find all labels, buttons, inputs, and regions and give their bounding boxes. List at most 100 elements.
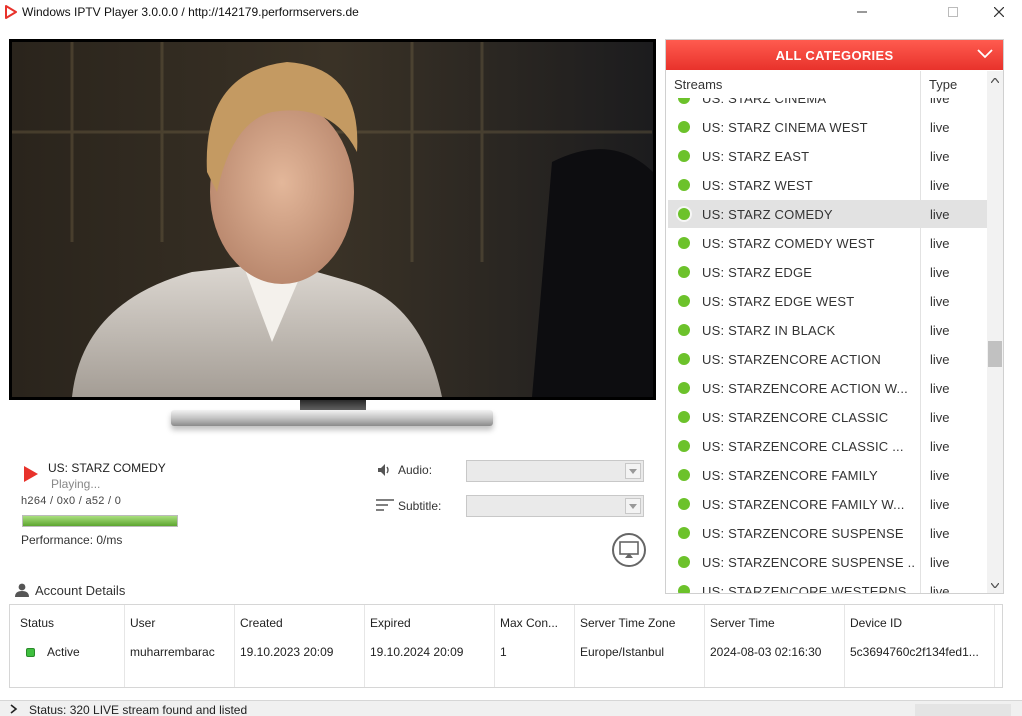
account-value: muharrembarac	[130, 645, 215, 659]
stream-name: US: STARZENCORE SUSPENSE ...	[702, 555, 916, 570]
subtitle-select-dropdown[interactable]	[625, 498, 641, 514]
chevron-right-icon[interactable]	[10, 704, 18, 714]
category-dropdown[interactable]: ALL CATEGORIES	[666, 40, 1003, 70]
stream-row[interactable]: US: STARZENCORE CLASSIC live	[668, 403, 987, 431]
stream-type: live	[930, 439, 950, 454]
stream-row[interactable]: US: STARZENCORE ACTION live	[668, 345, 987, 373]
minimize-button[interactable]	[839, 0, 885, 24]
buffer-progress-bar	[22, 515, 178, 527]
live-status-icon	[678, 266, 690, 278]
scrollbar-thumb[interactable]	[988, 341, 1002, 367]
chevron-down-icon	[629, 503, 637, 509]
status-indicator-icon	[26, 648, 35, 657]
title-bar: Windows IPTV Player 3.0.0.0 / http://142…	[0, 0, 1022, 24]
live-status-icon	[678, 237, 690, 249]
account-column-header[interactable]: User	[130, 616, 155, 630]
live-status-icon	[678, 121, 690, 133]
subtitle-icon	[376, 499, 394, 511]
stream-type: live	[930, 207, 950, 222]
stream-row[interactable]: US: STARZ CINEMA WEST live	[668, 113, 987, 141]
stream-row[interactable]: US: STARZENCORE SUSPENSE live	[668, 519, 987, 547]
status-bar-grip	[915, 704, 1011, 716]
status-bar: Status: 320 LIVE stream found and listed	[0, 700, 1022, 716]
column-divider	[844, 605, 845, 687]
stream-list-scrollbar[interactable]	[987, 71, 1003, 593]
close-button[interactable]	[976, 0, 1022, 24]
account-column-header[interactable]: Status	[20, 616, 54, 630]
audio-select-dropdown[interactable]	[625, 463, 641, 479]
stream-type: live	[930, 294, 950, 309]
scroll-up-button[interactable]	[990, 75, 1000, 85]
video-player[interactable]	[9, 39, 656, 400]
user-icon	[15, 583, 29, 597]
status-text: Status: 320 LIVE stream found and listed	[29, 703, 248, 716]
account-column-header[interactable]: Server Time Zone	[580, 616, 675, 630]
column-divider	[364, 605, 365, 687]
account-column-header[interactable]: Expired	[370, 616, 411, 630]
stream-row[interactable]: US: STARZENCORE CLASSIC ... live	[668, 432, 987, 460]
scroll-down-button[interactable]	[990, 580, 1000, 590]
subtitle-select[interactable]	[466, 495, 644, 517]
stream-type: live	[930, 555, 950, 570]
column-divider	[234, 605, 235, 687]
account-value: Active	[47, 645, 80, 659]
account-column-header[interactable]: Server Time	[710, 616, 775, 630]
stream-row[interactable]: US: STARZ COMEDY WEST live	[668, 229, 987, 257]
stream-name: US: STARZ EAST	[702, 149, 810, 164]
account-value: 5c3694760c2f134fed1...	[850, 645, 979, 659]
app-logo-icon	[5, 5, 17, 19]
chevron-down-icon	[977, 49, 993, 59]
stream-type: live	[930, 120, 950, 135]
account-column-header[interactable]: Created	[240, 616, 283, 630]
account-column-header[interactable]: Device ID	[850, 616, 902, 630]
stream-name: US: STARZENCORE ACTION W...	[702, 381, 908, 396]
stream-row[interactable]: US: STARZ EAST live	[668, 142, 987, 170]
speaker-icon	[378, 464, 389, 476]
chevron-down-icon	[629, 468, 637, 474]
live-status-icon	[678, 353, 690, 365]
chevron-up-icon	[991, 77, 999, 83]
stream-row[interactable]: US: STARZ EDGE WEST live	[668, 287, 987, 315]
stream-row[interactable]: US: STARZ CINEMA live	[668, 98, 987, 112]
stream-type: live	[930, 352, 950, 367]
cast-button[interactable]	[612, 533, 646, 567]
stream-type: live	[930, 410, 950, 425]
stream-type: live	[930, 149, 950, 164]
stream-row[interactable]: US: STARZENCORE FAMILY W... live	[668, 490, 987, 518]
stream-row[interactable]: US: STARZ WEST live	[668, 171, 987, 199]
now-playing-title: US: STARZ COMEDY	[48, 461, 166, 475]
stream-name: US: STARZENCORE SUSPENSE	[702, 526, 904, 541]
stream-type: live	[930, 265, 950, 280]
stream-row[interactable]: US: STARZENCORE ACTION W... live	[668, 374, 987, 402]
stream-row[interactable]: US: STARZ IN BLACK live	[668, 316, 987, 344]
stream-row[interactable]: US: STARZENCORE SUSPENSE ... live	[668, 548, 987, 576]
stream-type: live	[930, 526, 950, 541]
chevron-down-icon	[991, 582, 999, 588]
account-column-header[interactable]: Max Con...	[500, 616, 558, 630]
stream-name: US: STARZ EDGE	[702, 265, 813, 280]
stream-row[interactable]: US: STARZ EDGE live	[668, 258, 987, 286]
stream-row[interactable]: US: STARZENCORE WESTERNS live	[668, 577, 987, 593]
subtitle-label: Subtitle:	[398, 499, 442, 513]
stream-row[interactable]: US: STARZENCORE FAMILY live	[668, 461, 987, 489]
buffer-progress-fill	[23, 516, 177, 526]
column-header-type[interactable]: Type	[929, 77, 957, 92]
play-icon[interactable]	[23, 465, 39, 483]
live-status-icon	[678, 208, 690, 220]
account-value: 1	[500, 645, 507, 659]
minimize-icon	[857, 11, 867, 13]
audio-select[interactable]	[466, 460, 644, 482]
cast-icon	[619, 541, 639, 558]
stream-name: US: STARZENCORE ACTION	[702, 352, 881, 367]
live-status-icon	[678, 469, 690, 481]
video-frame	[12, 42, 653, 397]
stream-row[interactable]: US: STARZ COMEDY live	[668, 200, 987, 228]
stream-name: US: STARZENCORE CLASSIC	[702, 410, 889, 425]
live-status-icon	[678, 150, 690, 162]
column-header-streams[interactable]: Streams	[674, 77, 722, 92]
live-status-icon	[678, 179, 690, 191]
category-label: ALL CATEGORIES	[775, 47, 894, 63]
column-divider	[704, 605, 705, 687]
live-status-icon	[678, 585, 690, 593]
maximize-button[interactable]	[930, 0, 976, 24]
